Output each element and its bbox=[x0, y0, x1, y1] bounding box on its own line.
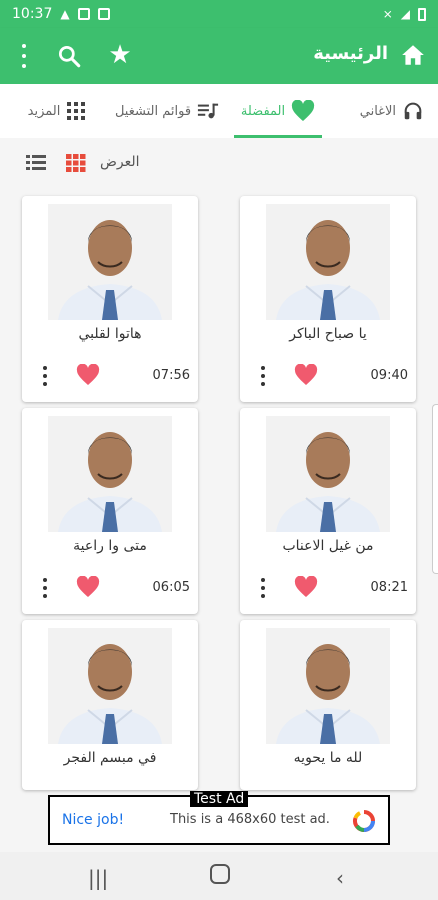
artist-photo bbox=[266, 628, 390, 744]
favorite-heart-icon[interactable] bbox=[294, 364, 318, 386]
star-icon[interactable]: ★ bbox=[106, 41, 134, 69]
overflow-menu-icon[interactable] bbox=[14, 44, 34, 68]
system-nav-bar: ||| ‹ bbox=[0, 852, 438, 900]
song-menu-icon[interactable] bbox=[260, 366, 266, 386]
artist-photo bbox=[48, 628, 172, 744]
artist-photo bbox=[266, 204, 390, 320]
tab-label: قوائم التشغيل bbox=[114, 103, 192, 119]
song-title: متى وا راعية bbox=[73, 538, 147, 554]
artist-photo bbox=[48, 204, 172, 320]
ad-choices-icon[interactable] bbox=[352, 809, 376, 833]
song-card[interactable]: لله ما يحويه bbox=[240, 620, 416, 790]
search-icon[interactable] bbox=[56, 43, 82, 69]
home-icon[interactable] bbox=[400, 42, 426, 68]
tab-label: المزيد bbox=[27, 103, 61, 119]
silent-icon: ⨯ bbox=[382, 7, 393, 21]
home-nav-icon[interactable] bbox=[210, 864, 230, 884]
song-title: من غيل الاعناب bbox=[282, 538, 374, 554]
tab-songs[interactable]: الاغاني bbox=[344, 84, 424, 138]
tab-label: الاغاني bbox=[359, 103, 396, 119]
heart-icon bbox=[292, 100, 315, 121]
ad-text: This is a 468x60 test ad. bbox=[170, 812, 330, 827]
song-thumbnail bbox=[266, 204, 390, 320]
song-duration: 07:56 bbox=[152, 368, 190, 383]
song-duration: 09:40 bbox=[370, 368, 408, 383]
list-view-icon[interactable] bbox=[26, 154, 46, 172]
song-menu-icon[interactable] bbox=[260, 578, 266, 598]
view-row: العرض bbox=[0, 148, 438, 180]
artist-photo bbox=[266, 416, 390, 532]
ad-headline: Nice job! bbox=[62, 812, 125, 828]
song-menu-icon[interactable] bbox=[42, 578, 48, 598]
ad-banner[interactable]: Test Ad Nice job! This is a 468x60 test … bbox=[48, 791, 390, 845]
active-tab-indicator bbox=[234, 135, 322, 138]
tab-label: المفضلة bbox=[240, 103, 286, 119]
image-icon bbox=[77, 8, 90, 20]
song-thumbnail bbox=[266, 628, 390, 744]
grid-view-icon[interactable] bbox=[66, 154, 86, 172]
song-card[interactable]: من غيل الاعناب 08:21 bbox=[240, 408, 416, 614]
song-menu-icon[interactable] bbox=[42, 366, 48, 386]
favorite-heart-icon[interactable] bbox=[76, 364, 100, 386]
song-card[interactable]: في مبسم الفجر bbox=[22, 620, 198, 790]
tab-favorites[interactable]: المفضلة bbox=[234, 84, 322, 138]
app-bar: ★ الرئيسية bbox=[0, 28, 438, 84]
song-thumbnail bbox=[266, 416, 390, 532]
favorite-heart-icon[interactable] bbox=[294, 576, 318, 598]
song-thumbnail bbox=[48, 416, 172, 532]
song-title: يا صباح الباكر bbox=[289, 326, 367, 342]
alert-icon: ▲ bbox=[60, 7, 70, 21]
song-thumbnail bbox=[48, 628, 172, 744]
playlist-icon bbox=[197, 103, 219, 119]
ad-tag: Test Ad bbox=[190, 791, 249, 807]
song-title: هاتوا لقلبي bbox=[78, 326, 142, 342]
view-label: العرض bbox=[100, 154, 140, 170]
status-time: 10:37 bbox=[12, 6, 53, 22]
song-duration: 08:21 bbox=[370, 580, 408, 595]
back-icon[interactable]: ‹ bbox=[336, 866, 344, 890]
song-title: لله ما يحويه bbox=[293, 750, 363, 766]
page-title: الرئيسية bbox=[313, 43, 388, 64]
tab-more[interactable]: المزيد bbox=[22, 84, 92, 138]
artist-photo bbox=[48, 416, 172, 532]
song-title: في مبسم الفجر bbox=[63, 750, 157, 766]
song-card[interactable]: يا صباح الباكر 09:40 bbox=[240, 196, 416, 402]
song-card[interactable]: هاتوا لقلبي 07:56 bbox=[22, 196, 198, 402]
mail-icon bbox=[97, 8, 110, 20]
status-bar: 10:37 ▲ ⨯ ◢ bbox=[0, 0, 438, 28]
battery-icon bbox=[418, 7, 426, 21]
headphones-icon bbox=[404, 102, 422, 120]
scroll-handle[interactable] bbox=[432, 404, 438, 574]
signal-icon: ◢ bbox=[400, 7, 410, 21]
favorite-heart-icon[interactable] bbox=[76, 576, 100, 598]
recents-icon[interactable]: ||| bbox=[88, 866, 108, 890]
grid-icon bbox=[67, 102, 86, 120]
song-duration: 06:05 bbox=[152, 580, 190, 595]
song-thumbnail bbox=[48, 204, 172, 320]
song-card[interactable]: متى وا راعية 06:05 bbox=[22, 408, 198, 614]
tab-bar: الاغاني المفضلة قوائم التشغيل المزيد bbox=[0, 84, 438, 138]
tab-playlists[interactable]: قوائم التشغيل bbox=[112, 84, 222, 138]
